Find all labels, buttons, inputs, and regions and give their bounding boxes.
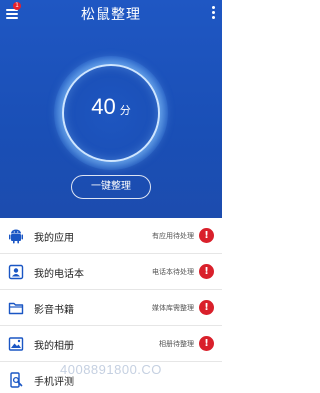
list-item-contacts[interactable]: 我的电话本 电话本待处理 ! [0,254,222,290]
list-item-status: 电话本待处理 [152,268,194,276]
list-item-photos[interactable]: 我的相册 相册待整理 ! [0,326,222,362]
phone-test-icon [10,372,23,388]
folder-icon [8,302,24,315]
warning-icon: ! [199,300,214,315]
list-item-apps[interactable]: 我的应用 有应用待处理 ! [0,218,222,254]
hero-panel: 1 松鼠整理 40 分 一键整理 [0,0,222,220]
score-display: 40 分 [62,94,160,120]
contacts-icon [8,264,24,280]
list-item-status: 有应用待处理 [152,232,194,240]
top-bar: 1 松鼠整理 [0,0,222,28]
list-item-media[interactable]: 影音书籍 媒体库需整理 ! [0,290,222,326]
list-item-label: 我的应用 [34,233,74,244]
score-value: 40 [91,94,116,119]
photo-icon [8,337,24,351]
list-item-status: 媒体库需整理 [152,304,194,312]
more-options-icon[interactable] [208,5,218,21]
score-unit: 分 [119,104,131,117]
android-icon [9,229,23,244]
warning-icon: ! [199,336,214,351]
watermark-text: 4008891800.CO [60,362,162,377]
list-item-label: 我的电话本 [34,269,84,280]
app-title: 松鼠整理 [81,7,141,23]
list-item-label: 影音书籍 [34,305,74,316]
one-click-optimize-button[interactable]: 一键整理 [71,175,151,199]
list-item-status: 相册待整理 [159,340,194,348]
list-item-label: 我的相册 [34,341,74,352]
warning-icon: ! [199,228,214,243]
warning-icon: ! [199,264,214,279]
